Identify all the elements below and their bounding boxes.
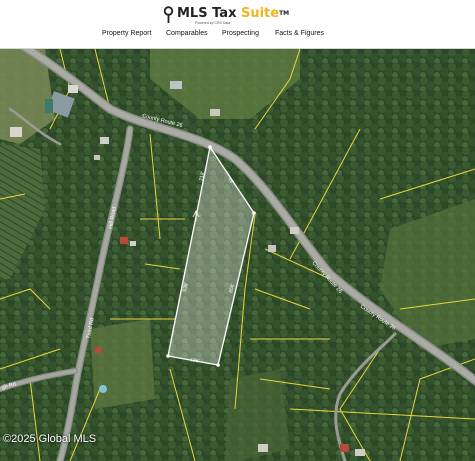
main-nav: Property Report Comparables Prospecting … (0, 30, 475, 42)
brand-trademark: TM (279, 10, 290, 17)
field-lower-left (90, 319, 155, 409)
nav-facts-figures[interactable]: Facts & Figures (275, 30, 324, 37)
app-header: MLS Tax SuiteTM Powered by CRS Data Prop… (0, 0, 475, 49)
nav-prospecting[interactable]: Prospecting (222, 30, 259, 37)
field-bottom-center (225, 369, 290, 461)
map-canvas[interactable]: 218' 45' 538' 658' 186' County Route 26 … (0, 49, 475, 461)
satellite-map[interactable]: 218' 45' 538' 658' 186' County Route 26 … (0, 49, 475, 461)
brand-accent: Suite (240, 6, 280, 21)
brand-subtitle: Powered by CRS Data (195, 21, 231, 25)
brand-name: MLS Tax SuiteTM (177, 6, 290, 21)
map-pin-icon (163, 6, 174, 23)
nav-comparables[interactable]: Comparables (166, 30, 208, 37)
copyright-text: ©2025 Global MLS (3, 433, 97, 445)
nav-property-report[interactable]: Property Report (102, 30, 151, 37)
